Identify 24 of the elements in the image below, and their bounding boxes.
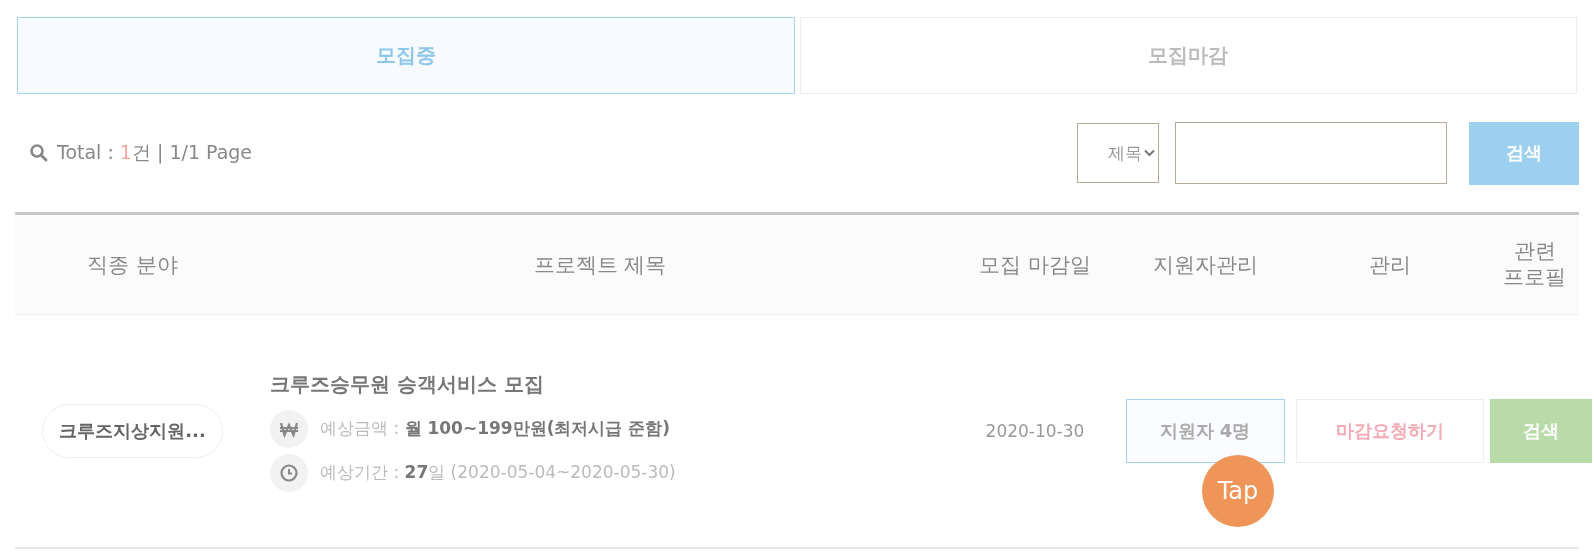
- search-type-select[interactable]: 제목: [1077, 123, 1159, 183]
- search-icon: [29, 143, 49, 163]
- tab[interactable]: 모집마감: [799, 17, 1577, 94]
- search-field[interactable]: [1175, 122, 1447, 184]
- profile-button[interactable]: 검색: [1490, 399, 1592, 463]
- column-header: 지원자관리: [1152, 251, 1258, 279]
- applicants-button[interactable]: 지원자 4명: [1125, 399, 1285, 463]
- column-header: 관련 프로필: [1502, 239, 1567, 290]
- close-request-button[interactable]: 마감요청하기: [1296, 399, 1484, 463]
- column-header: 프로젝트 제목: [533, 251, 667, 279]
- result-summary: Total : 1 건 | 1/1 Page: [57, 140, 253, 166]
- search-button[interactable]: 검색: [1469, 121, 1579, 185]
- clock-icon: [270, 453, 308, 492]
- tab[interactable]: 모집중: [17, 17, 795, 94]
- deadline-date: 2020-10-30: [985, 421, 1085, 441]
- project-title: 크루즈승무원 승객서비스 모집: [270, 370, 544, 398]
- caret-icon: [1144, 149, 1155, 157]
- tap-hint-tooltip: Tap: [1202, 455, 1274, 527]
- project-detail: 예상금액 : 월 100~199만원(최저시급 준함): [320, 417, 671, 440]
- won-icon: [270, 409, 308, 448]
- column-header: 관리: [1369, 251, 1411, 279]
- project-detail: 예상기간 : 27일 (2020-05-04~2020-05-30): [320, 461, 676, 484]
- column-header: 모집 마감일: [979, 251, 1091, 279]
- column-header: 직종 분야: [87, 251, 178, 279]
